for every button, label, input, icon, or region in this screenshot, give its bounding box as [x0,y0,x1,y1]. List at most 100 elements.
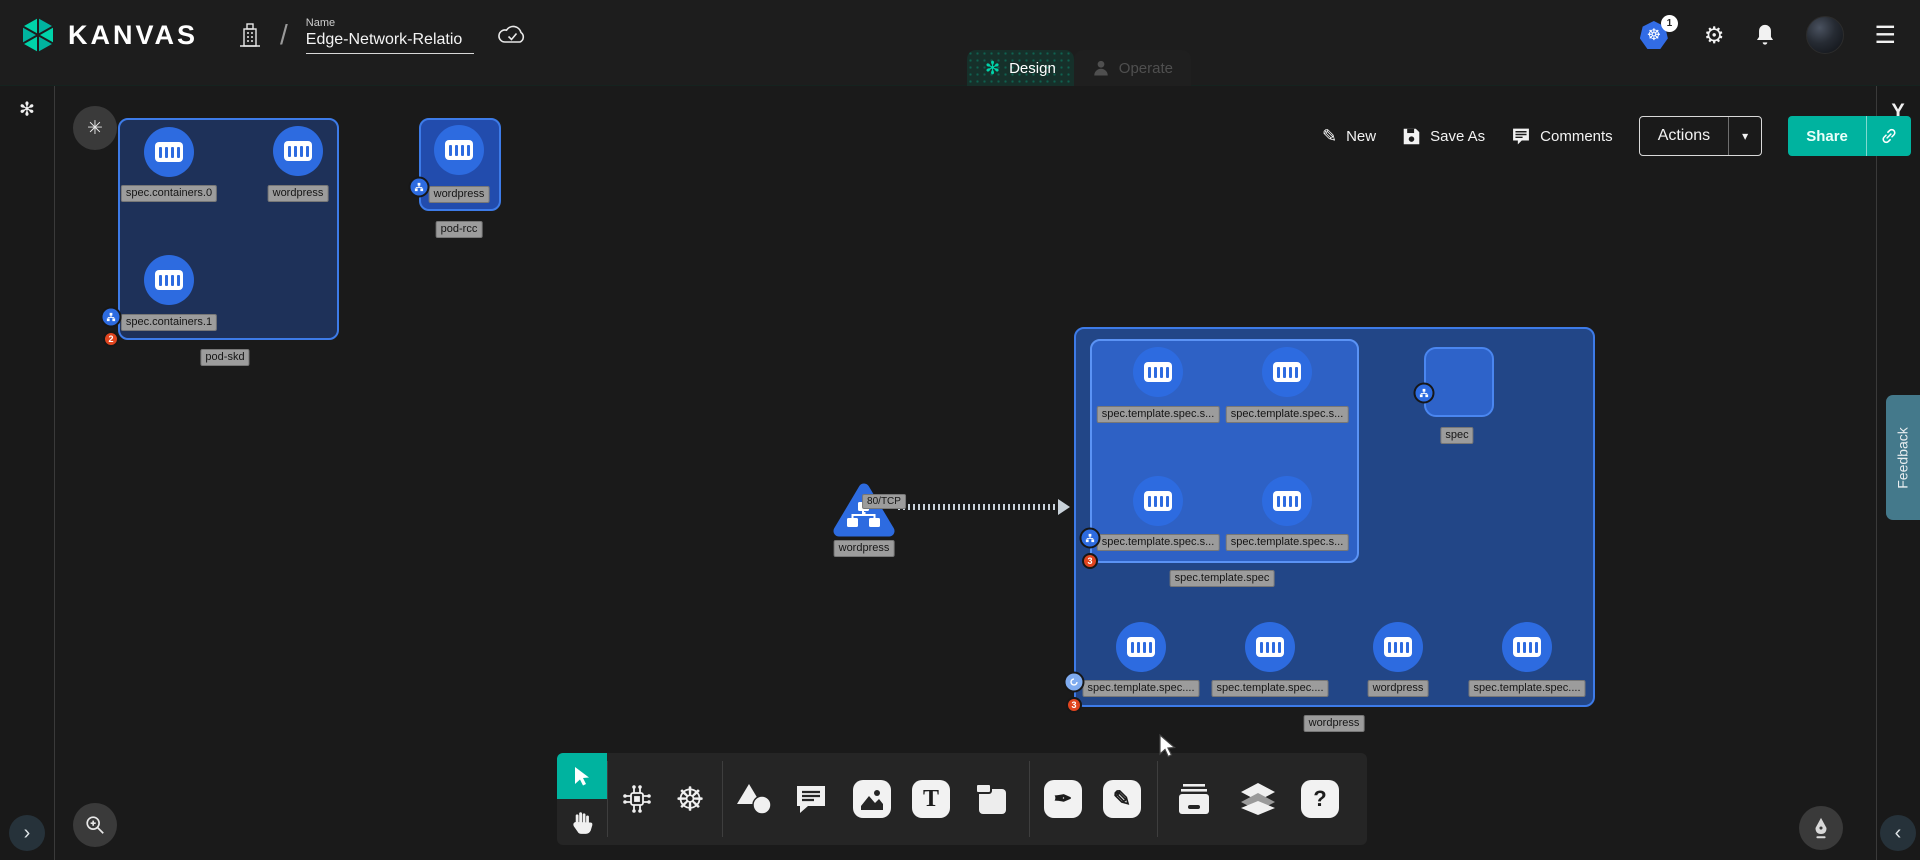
select-tool-button[interactable] [557,753,607,799]
layers-icon [1239,781,1277,817]
freehand-tool-button[interactable]: ✎ [1103,780,1141,818]
hamburger-menu-icon[interactable]: ☰ [1874,21,1896,50]
edge-arrowhead [1058,499,1070,515]
kanvas-logo-icon[interactable] [18,15,58,55]
container-icon [1513,637,1541,657]
feedback-label: Feedback [1895,427,1911,488]
canvas-action-bar: ✎ New Save As Comments Actions ▾ Share [1322,116,1911,156]
pod-badge-icon[interactable] [101,307,122,328]
container-icon [1273,491,1301,511]
error-count-badge[interactable]: 2 [103,331,119,347]
components-tool-button[interactable] [619,781,655,817]
design-name-input[interactable] [306,31,474,54]
node-spec[interactable] [1424,347,1494,417]
user-avatar[interactable] [1806,16,1844,54]
meshery-spiral-icon[interactable]: ✻ [19,99,35,122]
container-icon [1384,637,1412,657]
error-count-badge[interactable]: 3 [1082,553,1098,569]
tab-operate-label: Operate [1119,60,1173,77]
frame-tool-button[interactable] [972,780,1010,818]
node-label: wordpress [268,185,329,202]
kubernetes-helm-icon: ☸ [675,780,705,819]
group-spec-template-spec[interactable] [1090,339,1359,563]
node-wordpress-container[interactable] [1373,622,1423,672]
shapes-icon [734,782,772,816]
breadcrumb-separator: / [280,19,288,51]
node-template-container[interactable] [1245,622,1295,672]
operate-person-icon [1092,59,1110,77]
container-icon [155,270,183,290]
share-label: Share [1788,116,1866,156]
notifications-bell-icon[interactable] [1754,23,1776,47]
node-wordpress-container[interactable] [434,125,484,175]
node-template-container[interactable] [1116,622,1166,672]
pod-badge-icon[interactable] [1414,383,1435,404]
zoom-search-button[interactable] [73,803,117,847]
tab-design[interactable]: ✻ Design [967,50,1074,86]
node-label: spec.template.spec.... [1083,680,1200,697]
comment-icon [794,783,828,815]
node-template-container[interactable] [1502,622,1552,672]
comments-icon [1511,127,1531,146]
image-tool-button[interactable] [853,780,891,818]
comment-tool-button[interactable] [794,783,828,815]
settings-gear-icon[interactable]: ⚙ [1704,22,1725,49]
edge-service-to-deployment[interactable] [898,504,1060,510]
pen-icon: ✒ [1044,780,1082,818]
error-count-badge[interactable]: 3 [1066,697,1082,713]
node-label: spec.template.spec.s... [1097,534,1220,551]
drawer-icon [1175,781,1213,817]
name-field-label: Name [306,17,474,29]
design-spiral-icon: ✻ [985,58,1000,79]
node-template-container[interactable] [1133,347,1183,397]
node-spec-containers-0[interactable] [144,127,194,177]
ink-pen-button[interactable] [1799,806,1843,850]
container-icon [1127,637,1155,657]
chevron-left-icon: ‹ [1895,822,1902,845]
help-tool-button[interactable]: ? [1301,780,1339,818]
feedback-tab[interactable]: Feedback [1886,395,1920,520]
share-button[interactable]: Share [1788,116,1911,156]
frame-icon [972,780,1010,818]
drawer-tool-button[interactable] [1175,781,1213,817]
organization-icon[interactable] [238,22,262,48]
save-as-button[interactable]: Save As [1402,127,1485,146]
comments-label: Comments [1540,128,1613,145]
node-spec-containers-1[interactable] [144,255,194,305]
comments-button[interactable]: Comments [1511,127,1613,146]
node-wordpress-service[interactable] [832,482,896,538]
node-label: spec.template.spec.... [1469,680,1586,697]
chevron-right-icon: › [24,822,31,845]
expand-left-panel-button[interactable]: › [9,815,45,851]
new-button[interactable]: ✎ New [1322,126,1376,147]
node-template-container[interactable] [1133,476,1183,526]
expand-right-panel-button[interactable]: ‹ [1880,815,1916,851]
node-template-container[interactable] [1262,476,1312,526]
node-label: spec.containers.1 [121,314,217,331]
node-template-container[interactable] [1262,347,1312,397]
node-label: spec.template.spec.s... [1226,406,1349,423]
layers-tool-button[interactable] [1239,781,1277,817]
node-wordpress-container[interactable] [273,126,323,176]
pan-hand-tool-button[interactable] [557,799,607,845]
group-label: pod-rcc [436,221,483,238]
help-icon: ? [1301,780,1339,818]
node-label: spec.template.spec.s... [1097,406,1220,423]
actions-button[interactable]: Actions ▾ [1639,116,1763,156]
actions-dropdown-caret[interactable]: ▾ [1728,117,1761,155]
kubernetes-tool-button[interactable]: ☸ [675,780,705,819]
kubernetes-context-button[interactable]: ☸ 1 [1640,19,1674,51]
brand-title: KANVAS [68,20,198,51]
shapes-tool-button[interactable] [734,782,772,816]
canvas-settings-button[interactable]: ✳ [73,106,117,150]
copy-link-icon[interactable] [1866,116,1911,156]
tab-operate[interactable]: Operate [1074,50,1191,86]
deployment-badge-icon[interactable] [1064,672,1085,693]
pod-badge-icon[interactable] [1080,528,1101,549]
left-rail [0,86,55,860]
header: KANVAS / Name ☸ [0,0,1920,86]
pen-tool-button[interactable]: ✒ [1044,780,1082,818]
pod-badge-icon[interactable] [409,177,430,198]
pencil-icon: ✎ [1103,780,1141,818]
text-tool-button[interactable]: T [912,780,950,818]
